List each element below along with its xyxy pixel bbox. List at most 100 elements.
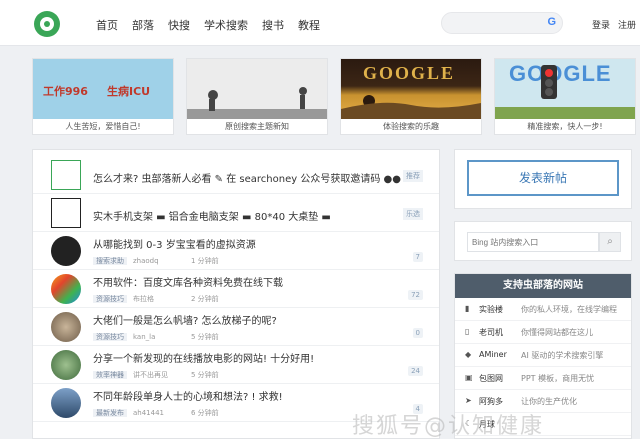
post-time: 1 分钟前 [191,257,219,265]
site-desc: 让你的生产优化 [521,397,577,406]
post-author[interactable]: zhaodq [133,257,183,265]
nav-book-search[interactable]: 搜书 [262,17,284,33]
list-item[interactable]: ▣ 包图网 PPT 模板，商用无忧 [455,367,631,390]
post-list: 怎么才来? 虫部落新人必看 ✎ 在 searchoney 公众号获取邀请码 ●●… [32,149,440,439]
post-time: 5 分钟前 [191,333,219,341]
post-author[interactable]: 布拉格 [133,294,183,304]
new-post-button[interactable]: 发表新帖 [467,160,619,196]
list-item[interactable]: 怎么才来? 虫部落新人必看 ✎ 在 searchoney 公众号获取邀请码 ●●… [33,156,439,194]
nav-quick-search[interactable]: 快搜 [168,17,190,33]
search-icon[interactable]: ⌕ [599,232,621,252]
banner-2-caption: 原创搜索主题新知 [225,122,289,131]
table-row[interactable]: 大佬们一般是怎么帆墙? 怎么放梯子的呢? 资源技巧 kan_la 5 分钟前 0 [33,308,439,346]
post-title[interactable]: 怎么才来? 虫部落新人必看 ✎ 在 searchoney 公众号获取邀请码 ●● [93,170,401,185]
nav-academic-search[interactable]: 学术搜索 [204,17,248,33]
nav-home[interactable]: 首页 [96,17,118,33]
list-item[interactable]: ▮ 实验楼 你的私人环境，在线学编程 [455,298,631,321]
reply-count: 72 [408,290,423,300]
login-link[interactable]: 登录 [592,18,610,31]
avatar [51,160,81,190]
header-search[interactable]: G [441,12,563,36]
site-search-panel: ⌕ [454,221,632,261]
post-title[interactable]: 实木手机支架 ▬ 铝合金电脑支架 ▬ 80*40 大桌垫 ▬ [93,208,331,223]
site-name[interactable]: 实验楼 [479,304,503,315]
post-title[interactable]: 不同年龄段单身人士的心境和想法? ! 求救! [93,388,283,403]
banner-2-image [187,59,327,119]
post-title[interactable]: 分享一个新发现的在线播放电影的网站! 十分好用! [93,350,314,365]
post-author[interactable]: ah41441 [133,409,183,417]
post-tag[interactable]: 资源技巧 [93,333,127,341]
post-title[interactable]: 大佬们一般是怎么帆墙? 怎么放梯子的呢? [93,312,277,327]
nav-tribe[interactable]: 部落 [132,17,154,33]
post-time: 6 分钟前 [191,409,219,417]
traffic-light-icon [495,65,635,119]
register-link[interactable]: 注册 [618,18,636,31]
banner-3-image: GOOGLE [341,59,481,119]
banner-3-caption: 体验搜索的乐趣 [383,122,439,131]
google-icon[interactable]: G [547,16,556,28]
post-meta: 最新发布 ah41441 6 分钟前 [93,408,219,418]
post-time: 5 分钟前 [191,371,219,379]
banner-4-image: GOOGLE [495,59,635,119]
table-row[interactable]: 不用软件：百度文库各种资料免费在线下载 资源技巧 布拉格 2 分钟前 72 [33,270,439,308]
site-desc: 你的私人环境，在线学编程 [521,305,617,314]
banner-3[interactable]: GOOGLE 体验搜索的乐趣 [340,58,482,135]
banner-1-image: 工作996 生病ICU [33,59,173,119]
reply-count: 7 [412,252,423,262]
post-meta: 效率神器 讲不出再见 5 分钟前 [93,370,219,380]
header-search-input[interactable] [442,15,542,36]
post-tag[interactable]: 最新发布 [93,409,127,417]
avatar [51,274,81,304]
site-name[interactable]: AMiner [479,350,507,359]
list-item[interactable]: 实木手机支架 ▬ 铝合金电脑支架 ▬ 80*40 大桌垫 ▬ 乐选 [33,194,439,232]
landscape-illustration [341,95,481,119]
list-item[interactable]: ▯ 老司机 你懂得网站都在这儿 [455,321,631,344]
paper-plane-icon: ➤ [465,396,472,405]
graduation-cap-icon: ◆ [465,350,472,359]
main-nav: 首页 部落 快搜 学术搜索 搜书 教程 [96,17,320,33]
site-search-input[interactable] [467,232,599,252]
post-meta: 资源技巧 kan_la 5 分钟前 [93,332,219,342]
post-time: 2 分钟前 [191,295,219,303]
building-icon: ▮ [465,304,470,313]
table-row[interactable]: 从哪能找到 0-3 岁宝宝看的虚拟资源 搜索求助 zhaodq 1 分钟前 7 [33,232,439,270]
reply-count: 0 [412,328,423,338]
site-desc: 你懂得网站都在这儿 [521,328,593,337]
banner-4[interactable]: GOOGLE 精准搜索，快人一步! [494,58,636,135]
site-logo-icon[interactable] [34,11,60,37]
site-name[interactable]: 老司机 [479,327,503,338]
new-post-panel: 发表新帖 [454,149,632,209]
silhouette-illustration [187,87,327,119]
avatar [51,312,81,342]
post-author[interactable]: kan_la [133,333,183,341]
reply-count: 24 [408,366,423,376]
watermark: 搜狐号@认知健康 [352,414,545,439]
site-name[interactable]: 阿狗多 [479,396,503,407]
banner-2[interactable]: 原创搜索主题新知 [186,58,328,135]
banner-4-caption: 精准搜索，快人一步! [527,122,603,131]
post-tag[interactable]: 效率神器 [93,371,127,379]
post-author[interactable]: 讲不出再见 [133,370,183,380]
mobile-icon: ▯ [465,327,470,336]
list-item[interactable]: ◆ AMiner AI 驱动的学术搜索引擎 [455,344,631,367]
banner-1-text-b: 生病ICU [107,85,151,98]
banner-1[interactable]: 工作996 生病ICU 人生苦短，爱惜自己! [32,58,174,135]
post-title[interactable]: 从哪能找到 0-3 岁宝宝看的虚拟资源 [93,236,256,251]
site-desc: AI 驱动的学术搜索引擎 [521,351,604,360]
support-sites-title: 支持虫部落的网站 [455,274,631,298]
post-title[interactable]: 不用软件：百度文库各种资料免费在线下载 [93,274,283,289]
post-tag[interactable]: 搜索求助 [93,257,127,265]
post-meta: 资源技巧 布拉格 2 分钟前 [93,294,219,304]
avatar [51,388,81,418]
post-tag[interactable]: 资源技巧 [93,295,127,303]
top-header: 首页 部落 快搜 学术搜索 搜书 教程 G 登录 注册 [0,0,640,46]
site-desc: PPT 模板，商用无忧 [521,374,595,383]
site-name[interactable]: 包图网 [479,373,503,384]
image-icon: ▣ [465,373,473,382]
nav-tutorial[interactable]: 教程 [298,17,320,33]
banner-1-caption: 人生苦短，爱惜自己! [65,122,141,131]
status-badge: 推荐 [403,170,423,182]
avatar [51,198,81,228]
table-row[interactable]: 分享一个新发现的在线播放电影的网站! 十分好用! 效率神器 讲不出再见 5 分钟前 … [33,346,439,384]
avatar [51,236,81,266]
